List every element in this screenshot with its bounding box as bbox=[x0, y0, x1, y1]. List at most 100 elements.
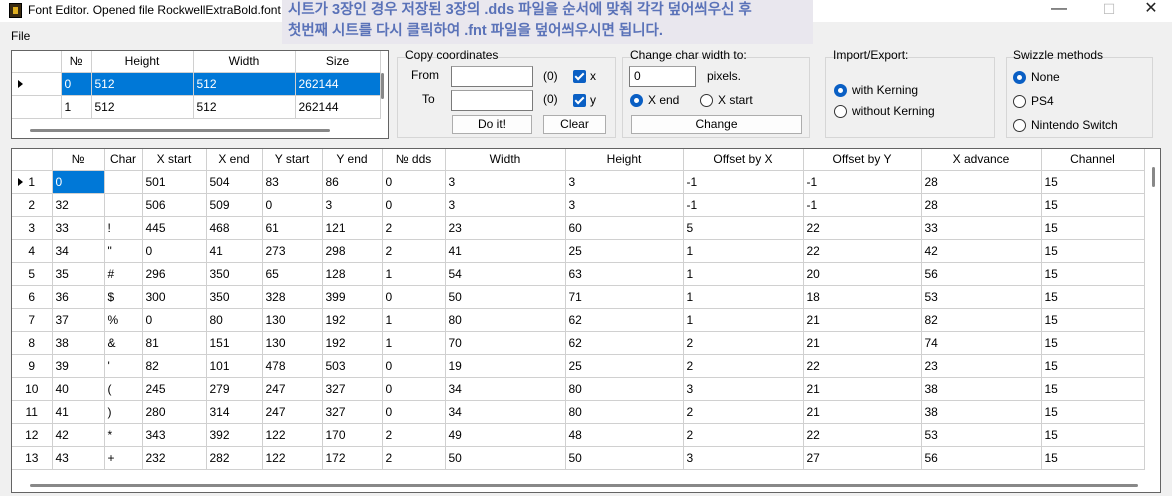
char-no[interactable]: 43 bbox=[52, 446, 105, 470]
x-advance[interactable]: 28 bbox=[921, 193, 1042, 217]
chars-header-x-end[interactable]: X end bbox=[206, 149, 263, 171]
offset-y[interactable]: 21 bbox=[803, 400, 922, 424]
chars-header-offset-y[interactable]: Offset by Y bbox=[803, 149, 922, 171]
row-header-no[interactable]: 7 bbox=[12, 308, 53, 332]
offset-x[interactable]: 5 bbox=[683, 216, 804, 240]
y-end[interactable]: 192 bbox=[322, 308, 383, 332]
sheets-grid[interactable]: № Height Width Size 0 512 512 262144 1 5… bbox=[11, 50, 389, 139]
swizzle-ps4-radio[interactable] bbox=[1013, 95, 1026, 108]
y-start[interactable]: 247 bbox=[262, 377, 323, 401]
offset-y[interactable]: -1 bbox=[803, 170, 922, 194]
dds-no[interactable]: 0 bbox=[382, 170, 446, 194]
y-start[interactable]: 130 bbox=[262, 331, 323, 355]
char-glyph[interactable]: ( bbox=[104, 377, 143, 401]
char-no[interactable]: 38 bbox=[52, 331, 105, 355]
to-input[interactable] bbox=[451, 90, 533, 111]
channel[interactable]: 15 bbox=[1041, 308, 1145, 332]
x-end[interactable]: 504 bbox=[206, 170, 263, 194]
dds-no[interactable]: 2 bbox=[382, 216, 446, 240]
offset-x[interactable]: 3 bbox=[683, 446, 804, 470]
channel[interactable]: 15 bbox=[1041, 423, 1145, 447]
char-glyph[interactable]: + bbox=[104, 446, 143, 470]
offset-x[interactable]: -1 bbox=[683, 193, 804, 217]
char-width[interactable]: 50 bbox=[445, 285, 566, 309]
x-advance[interactable]: 28 bbox=[921, 170, 1042, 194]
chars-header-no[interactable]: № bbox=[52, 149, 105, 171]
char-glyph[interactable]: ) bbox=[104, 400, 143, 424]
char-row[interactable]: 6 36 $300 350 328 399 0 50 71 1 18 53 15 bbox=[12, 285, 1145, 309]
char-no[interactable]: 40 bbox=[52, 377, 105, 401]
chars-horizontal-scrollbar[interactable] bbox=[30, 484, 1138, 487]
char-row[interactable]: 7 37% 0 80 130 192 1 80 62 1 21 82 15 bbox=[12, 308, 1145, 332]
y-end[interactable]: 298 bbox=[322, 239, 383, 263]
char-row[interactable]: 10 40(245 279 247 327 0 34 80 3 21 38 15 bbox=[12, 377, 1145, 401]
char-glyph[interactable]: $ bbox=[104, 285, 143, 309]
chars-header-channel[interactable]: Channel bbox=[1041, 149, 1145, 171]
sheets-header-size[interactable]: Size bbox=[295, 51, 381, 73]
x-end[interactable]: 350 bbox=[206, 285, 263, 309]
y-end[interactable]: 192 bbox=[322, 331, 383, 355]
from-input[interactable] bbox=[451, 66, 533, 87]
sheet-row[interactable]: 0 512 512 262144 bbox=[12, 72, 381, 96]
minimize-button[interactable]: — bbox=[1036, 0, 1082, 22]
sheets-horizontal-scrollbar[interactable] bbox=[30, 129, 330, 132]
sheet-width[interactable]: 512 bbox=[193, 95, 296, 119]
x-advance[interactable]: 42 bbox=[921, 239, 1042, 263]
offset-y[interactable]: 22 bbox=[803, 423, 922, 447]
x-start[interactable]: 280 bbox=[142, 400, 207, 424]
dds-no[interactable]: 1 bbox=[382, 331, 446, 355]
char-no[interactable]: 39 bbox=[52, 354, 105, 378]
char-no[interactable]: 41 bbox=[52, 400, 105, 424]
char-glyph[interactable] bbox=[104, 193, 143, 217]
row-header-no[interactable]: 8 bbox=[12, 331, 53, 355]
y-start[interactable]: 478 bbox=[262, 354, 323, 378]
x-start[interactable]: 82 bbox=[142, 354, 207, 378]
offset-x[interactable]: 2 bbox=[683, 400, 804, 424]
chars-header-x-start[interactable]: X start bbox=[142, 149, 207, 171]
y-end[interactable]: 121 bbox=[322, 216, 383, 240]
channel[interactable]: 15 bbox=[1041, 239, 1145, 263]
row-selector[interactable] bbox=[12, 95, 62, 119]
menu-file[interactable]: File bbox=[11, 29, 30, 43]
char-width[interactable]: 80 bbox=[445, 308, 566, 332]
chars-grid[interactable]: № Char X start X end Y start Y end № dds… bbox=[11, 148, 1161, 493]
with-kerning-radio[interactable] bbox=[834, 84, 847, 97]
char-row[interactable]: 4 34 " 0 41 273 298 2 41 25 1 22 42 15 bbox=[12, 239, 1145, 263]
char-width[interactable]: 19 bbox=[445, 354, 566, 378]
row-selector-arrow-icon[interactable] bbox=[12, 72, 62, 96]
row-header-no[interactable]: 4 bbox=[12, 239, 53, 263]
channel[interactable]: 15 bbox=[1041, 354, 1145, 378]
channel[interactable]: 15 bbox=[1041, 262, 1145, 286]
char-row[interactable]: 11 41) 280 314 247 327 0 34 80 2 21 38 15 bbox=[12, 400, 1145, 424]
sheets-vertical-scrollbar[interactable] bbox=[381, 73, 384, 99]
row-header-no[interactable]: 9 bbox=[12, 354, 53, 378]
row-header-no[interactable]: 6 bbox=[12, 285, 53, 309]
char-glyph[interactable]: ! bbox=[104, 216, 143, 240]
row-header-no[interactable]: 5 bbox=[12, 262, 53, 286]
y-start[interactable]: 61 bbox=[262, 216, 323, 240]
char-width[interactable]: 54 bbox=[445, 262, 566, 286]
y-start[interactable]: 273 bbox=[262, 239, 323, 263]
char-no[interactable]: 32 bbox=[52, 193, 105, 217]
x-start-radio[interactable] bbox=[700, 94, 713, 107]
row-header-no[interactable]: 2 bbox=[12, 193, 53, 217]
x-start[interactable]: 232 bbox=[142, 446, 207, 470]
sheet-height[interactable]: 512 bbox=[91, 95, 194, 119]
char-width-input[interactable]: 0 bbox=[629, 66, 696, 87]
char-width[interactable]: 3 bbox=[445, 193, 566, 217]
sheet-row[interactable]: 1 512 512 262144 bbox=[12, 95, 381, 119]
swizzle-none-radio[interactable] bbox=[1013, 71, 1026, 84]
x-advance[interactable]: 23 bbox=[921, 354, 1042, 378]
y-end[interactable]: 503 bbox=[322, 354, 383, 378]
dds-no[interactable]: 0 bbox=[382, 377, 446, 401]
y-end[interactable]: 86 bbox=[322, 170, 383, 194]
chars-header-dds[interactable]: № dds bbox=[382, 149, 446, 171]
without-kerning-radio[interactable] bbox=[834, 105, 847, 118]
char-width[interactable]: 34 bbox=[445, 377, 566, 401]
x-start[interactable]: 343 bbox=[142, 423, 207, 447]
offset-y[interactable]: 18 bbox=[803, 285, 922, 309]
x-advance[interactable]: 56 bbox=[921, 446, 1042, 470]
char-height[interactable]: 25 bbox=[565, 239, 684, 263]
char-glyph[interactable]: " bbox=[104, 239, 143, 263]
chars-header-y-start[interactable]: Y start bbox=[262, 149, 323, 171]
